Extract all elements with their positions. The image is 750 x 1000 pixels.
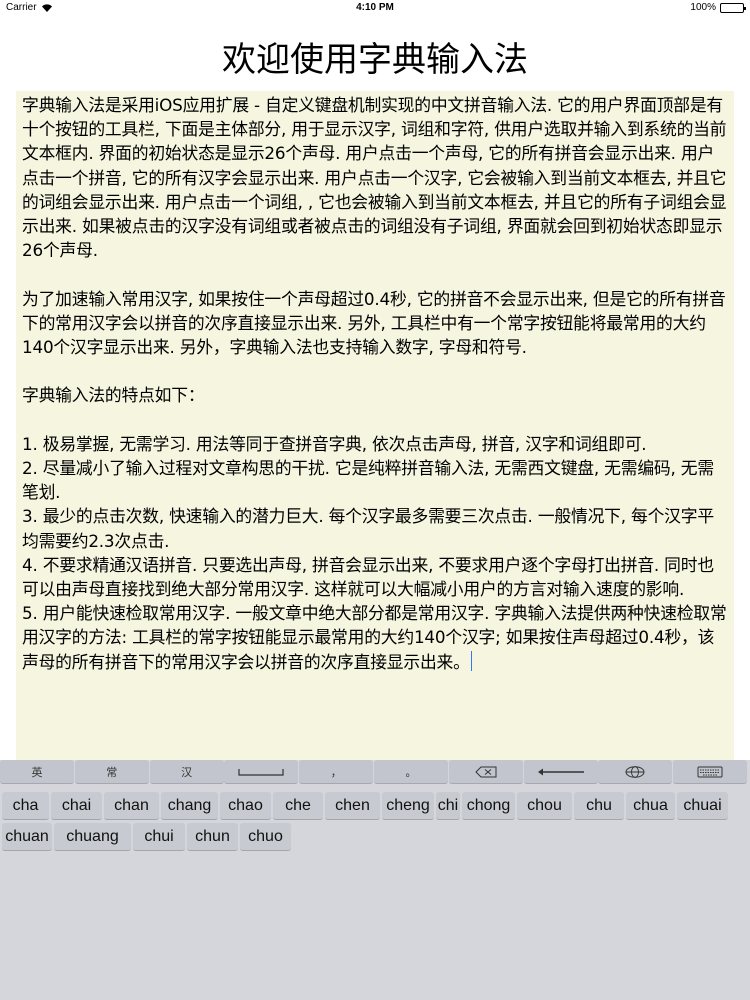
- feature-item: 5. 用户能快速检取常用汉字. 一般文章中绝大部分都是常用汉字. 字典输入法提供…: [22, 601, 728, 674]
- pinyin-candidate[interactable]: chuang: [54, 823, 131, 851]
- pinyin-candidate[interactable]: cheng: [382, 792, 434, 820]
- battery-percent: 100%: [690, 2, 716, 13]
- pinyin-candidate[interactable]: chu: [574, 792, 624, 820]
- features-heading: 字典输入法的特点如下：: [22, 385, 205, 406]
- pinyin-candidate[interactable]: che: [273, 792, 323, 820]
- intro-paragraph: 字典输入法是采用iOS应用扩展 - 自定义键盘机制实现的中文拼音输入法. 它的用…: [22, 95, 727, 261]
- common-chars-button[interactable]: 常: [74, 760, 149, 784]
- pinyin-candidate[interactable]: cha: [2, 792, 49, 820]
- pinyin-candidate[interactable]: chi: [436, 792, 460, 820]
- pinyin-candidate[interactable]: chui: [133, 823, 185, 851]
- return-icon: [537, 768, 584, 775]
- feature-item: 2. 尽量减小了输入过程对文章构思的干扰. 它是纯粹拼音输入法, 无需西文键盘,…: [22, 458, 714, 503]
- english-label: 英: [31, 765, 43, 779]
- status-time: 4:10 PM: [356, 2, 394, 13]
- delete-button[interactable]: [448, 760, 523, 784]
- pinyin-candidate[interactable]: chan: [104, 792, 159, 820]
- hide-keyboard-button[interactable]: [673, 760, 748, 784]
- pinyin-candidate[interactable]: chua: [626, 792, 675, 820]
- feature-item: 4. 不要求精通汉语拼音. 只要选出声母, 拼音会显示出来, 不要求用户逐个字母…: [22, 554, 714, 600]
- pinyin-candidates: cha chai chan chang chao che chen cheng …: [2, 792, 748, 854]
- speedup-paragraph: 为了加速输入常用汉字, 如果按住一个声母超过0.4秒, 它的拼音不会显示出来, …: [22, 288, 726, 358]
- pinyin-candidate[interactable]: chuan: [2, 823, 52, 851]
- pinyin-candidate[interactable]: chun: [187, 823, 238, 851]
- battery-icon: [720, 2, 746, 13]
- pinyin-candidate[interactable]: chai: [51, 792, 102, 820]
- english-button[interactable]: 英: [0, 760, 74, 784]
- feature-item: 1. 极易掌握, 无需学习. 用法等同于查拼音字典, 依次点击声母, 拼音, 汉…: [22, 433, 647, 454]
- period-label: 。: [405, 765, 417, 779]
- pinyin-candidate[interactable]: chou: [517, 792, 572, 820]
- pinyin-candidate[interactable]: chuo: [240, 823, 291, 851]
- pinyin-candidate[interactable]: chen: [325, 792, 380, 820]
- page-title: 欢迎使用字典输入法: [222, 40, 528, 80]
- status-right: 100%: [690, 2, 746, 13]
- status-bar: Carrier 4:10 PM 100%: [0, 0, 750, 16]
- keyboard-icon: [697, 766, 723, 777]
- text-view[interactable]: 字典输入法是采用iOS应用扩展 - 自定义键盘机制实现的中文拼音输入法. 它的用…: [16, 91, 734, 760]
- common-label: 常: [106, 765, 118, 779]
- pinyin-candidate[interactable]: chong: [462, 792, 515, 820]
- text-caret: [470, 650, 473, 671]
- delete-icon: [475, 766, 497, 777]
- period-button[interactable]: 。: [373, 760, 448, 784]
- pinyin-candidate[interactable]: chang: [161, 792, 218, 820]
- feature-item: 3. 最少的点击次数, 快速输入的潜力巨大. 每个汉字最多需要三次点击. 一般情…: [22, 506, 714, 551]
- pinyin-candidate[interactable]: chao: [220, 792, 271, 820]
- comma-button[interactable]: ，: [299, 760, 374, 784]
- chinese-label: 汉: [181, 765, 193, 779]
- return-button[interactable]: [523, 760, 598, 784]
- switch-keyboard-button[interactable]: [598, 760, 673, 784]
- chinese-button[interactable]: 汉: [149, 760, 224, 784]
- features-list: 1. 极易掌握, 无需学习. 用法等同于查拼音字典, 依次点击声母, 拼音, 汉…: [22, 432, 728, 674]
- globe-icon: [625, 765, 645, 778]
- feature-item-text: 5. 用户能快速检取常用汉字. 一般文章中绝大部分都是常用汉字. 字典输入法提供…: [22, 603, 727, 672]
- pinyin-candidate[interactable]: chuai: [677, 792, 728, 820]
- keyboard: 英 常 汉 ， 。 cha chai chan chang chao che c…: [0, 760, 750, 1000]
- keyboard-toolbar: 英 常 汉 ， 。: [0, 760, 750, 786]
- space-button[interactable]: [224, 760, 299, 784]
- comma-label: ，: [330, 765, 342, 779]
- space-icon: [238, 768, 284, 776]
